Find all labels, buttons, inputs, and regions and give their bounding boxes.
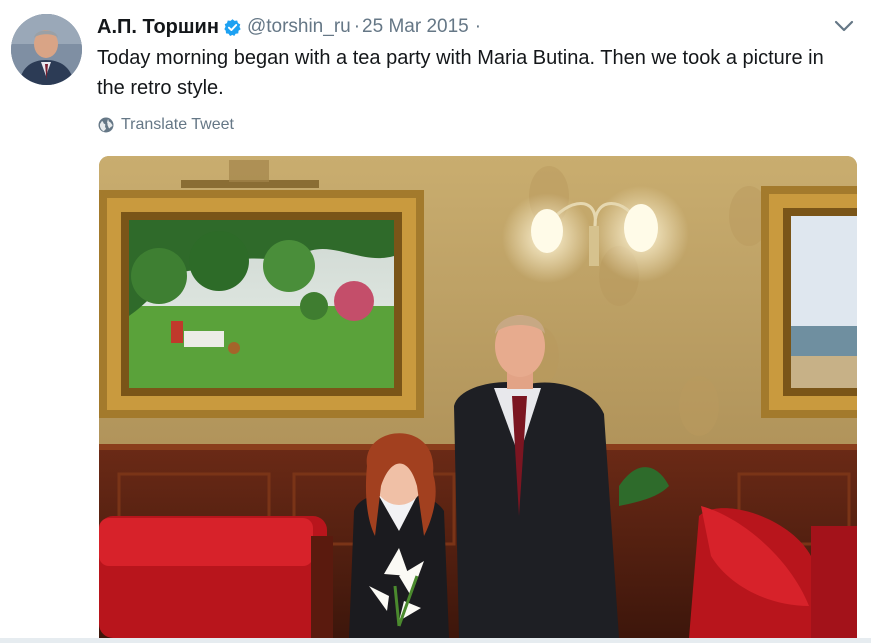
handle[interactable]: @torshin_ru [247,16,351,38]
display-name[interactable]: А.П. Торшин [97,16,219,39]
avatar[interactable] [11,14,82,85]
timestamp-link[interactable]: 25 Mar 2015 [362,16,469,38]
trailing-separator: · [474,16,482,37]
translate-tweet-button[interactable]: Translate Tweet [98,116,234,134]
tweet-photo[interactable] [99,156,857,638]
divider [0,638,871,643]
chevron-down-icon[interactable] [834,19,854,33]
verified-badge-icon [223,18,242,37]
separator: · [353,16,361,37]
translate-label: Translate Tweet [121,116,234,133]
tweet-text: Today morning began with a tea party wit… [97,47,824,99]
globe-icon [98,117,114,133]
tweet-header: А.П. Торшин @torshin_ru · 25 Mar 2015 · [97,14,481,40]
